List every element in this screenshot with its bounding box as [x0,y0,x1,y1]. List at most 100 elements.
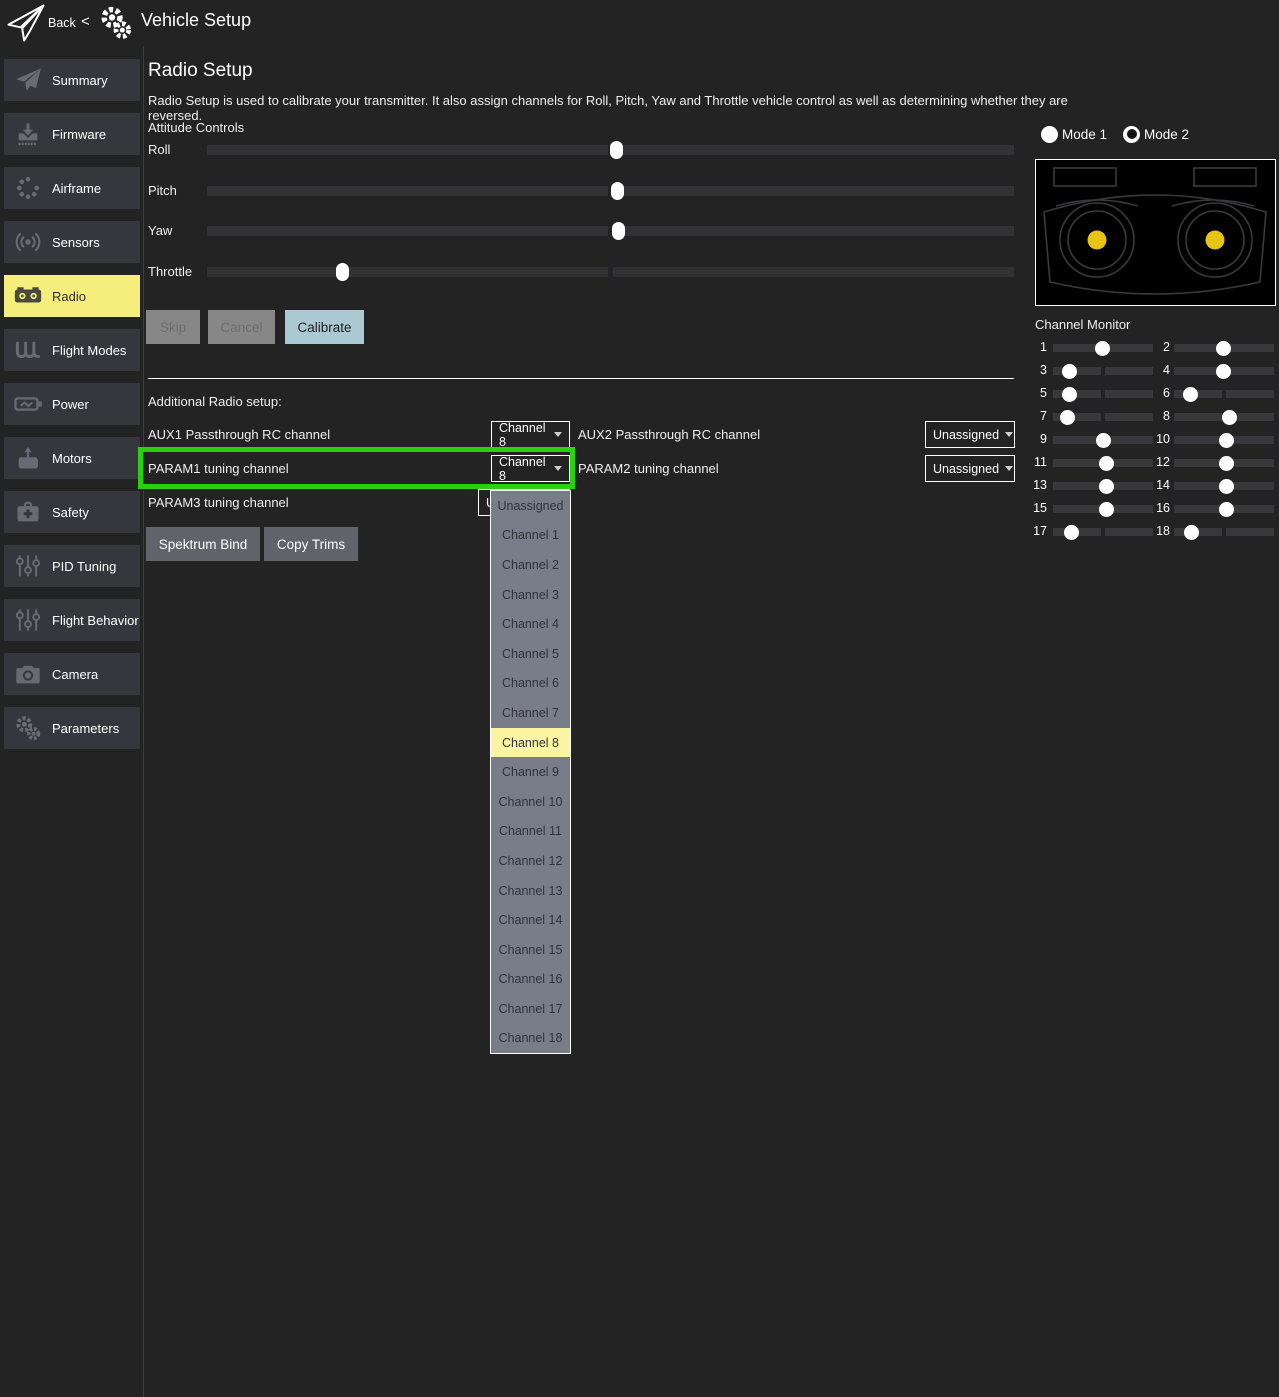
sidebar-item-power[interactable]: Power [4,383,140,425]
channel-11-dot[interactable] [1099,456,1114,471]
dropdown-option-channel-10[interactable]: Channel 10 [491,787,570,817]
channel-monitor-label: Channel Monitor [1035,317,1130,332]
channel-18-number: 18 [1152,524,1170,538]
sidebar-item-parameters[interactable]: Parameters [4,707,140,749]
copy-trims-button[interactable]: Copy Trims [264,527,358,561]
gears-icon [4,713,52,743]
sidebar-item-summary[interactable]: Summary [4,59,140,101]
dropdown-option-channel-2[interactable]: Channel 2 [491,550,570,580]
sidebar-item-firmware[interactable]: Firmware [4,113,140,155]
slider-thumb[interactable] [610,141,623,159]
channel-18-dot[interactable] [1184,525,1199,540]
sidebar-item-camera[interactable]: Camera [4,653,140,695]
channel-8-dot[interactable] [1222,410,1237,425]
channel-9-number: 9 [1029,432,1047,446]
aux1-channel-dropdown[interactable]: Channel 8 [491,421,570,448]
dropdown-option-channel-3[interactable]: Channel 3 [491,580,570,610]
mode-radio-2[interactable]: Mode 2 [1123,125,1189,143]
spektrum-bind-button[interactable]: Spektrum Bind [146,527,260,561]
dropdown-option-channel-14[interactable]: Channel 14 [491,905,570,935]
aux1-label: AUX1 Passthrough RC channel [148,427,330,442]
param3-label: PARAM3 tuning channel [148,495,289,510]
channel-6-track [1174,390,1274,398]
channel-7-number: 7 [1029,409,1047,423]
dropdown-option-channel-4[interactable]: Channel 4 [491,609,570,639]
track-left [1053,367,1101,375]
aux2-channel-dropdown[interactable]: Unassigned [925,421,1015,448]
channel-3-dot[interactable] [1062,364,1077,379]
dropdown-option-channel-11[interactable]: Channel 11 [491,817,570,847]
channel-14-number: 14 [1152,478,1170,492]
channel-3-track [1053,367,1153,375]
calibrate-button[interactable]: Calibrate [285,310,364,344]
channel-4-dot[interactable] [1216,364,1231,379]
channel-6-dot[interactable] [1183,387,1198,402]
slider-label: Yaw [148,223,172,238]
left-stick-dot [1088,231,1107,250]
mode-label: Mode 1 [1062,127,1107,142]
dropdown-option-channel-5[interactable]: Channel 5 [491,639,570,669]
slider-thumb[interactable] [611,182,624,200]
sidebar-item-motors[interactable]: Motors [4,437,140,479]
channel-14-dot[interactable] [1219,479,1234,494]
dropdown-option-channel-6[interactable]: Channel 6 [491,669,570,699]
slider-thumb[interactable] [612,222,625,240]
channel-16-number: 16 [1152,501,1170,515]
radio-unchecked-icon [1041,126,1058,143]
dropdown-option-channel-13[interactable]: Channel 13 [491,876,570,906]
track-left [1174,344,1222,352]
sidebar-item-safety[interactable]: Safety [4,491,140,533]
dropdown-option-channel-8[interactable]: Channel 8 [491,728,570,758]
channel-17-dot[interactable] [1064,525,1079,540]
sidebar-item-flight-modes[interactable]: Flight Modes [4,329,140,371]
slider-track-right [613,145,1014,155]
dropdown-option-channel-9[interactable]: Channel 9 [491,757,570,787]
channel-8-number: 8 [1152,409,1170,423]
channel-9-dot[interactable] [1096,433,1111,448]
sidebar-item-sensors[interactable]: Sensors [4,221,140,263]
chevron-down-icon [1005,432,1013,437]
sidebar-item-label: Power [52,397,89,412]
channel-13-dot[interactable] [1099,479,1114,494]
mode-radio-1[interactable]: Mode 1 [1041,125,1107,143]
chevron-down-icon [554,466,562,471]
channel-12-dot[interactable] [1219,456,1234,471]
dropdown-option-channel-18[interactable]: Channel 18 [491,1024,570,1054]
channel-1-number: 1 [1029,340,1047,354]
channel-5-number: 5 [1029,386,1047,400]
sidebar-item-pid-tuning[interactable]: PID Tuning [4,545,140,587]
param1-channel-dropdown[interactable]: Channel 8 [491,455,570,482]
param2-channel-dropdown[interactable]: Unassigned [925,455,1015,482]
section-title: Radio Setup [148,60,253,82]
dropdown-option-channel-1[interactable]: Channel 1 [491,521,570,551]
channel-1-dot[interactable] [1095,341,1110,356]
channel-2-dot[interactable] [1216,341,1231,356]
dropdown-option-channel-16[interactable]: Channel 16 [491,965,570,995]
mode-label: Mode 2 [1144,127,1189,142]
channel-10-dot[interactable] [1219,433,1234,448]
channel-16-dot[interactable] [1219,502,1234,517]
dropdown-option-channel-17[interactable]: Channel 17 [491,994,570,1024]
dropdown-value: Channel 8 [499,455,548,483]
track-right [1226,390,1274,398]
sidebar-item-radio[interactable]: Radio [4,275,140,317]
slider-track [207,145,1014,155]
track-left [1174,413,1222,421]
sidebar-item-flight-behavior[interactable]: Flight Behavior [4,599,140,641]
channel-5-dot[interactable] [1062,387,1077,402]
dropdown-option-unassigned[interactable]: Unassigned [491,491,570,521]
dropdown-option-channel-15[interactable]: Channel 15 [491,935,570,965]
channel-7-dot[interactable] [1060,410,1075,425]
channel-16-track [1174,505,1274,513]
back-button[interactable]: Back [48,16,76,30]
channel-14-track [1174,482,1274,490]
dropdown-option-channel-12[interactable]: Channel 12 [491,846,570,876]
page-title: Vehicle Setup [141,10,251,31]
attitude-controls-label: Attitude Controls [148,120,244,135]
dropdown-option-channel-7[interactable]: Channel 7 [491,698,570,728]
channel-15-dot[interactable] [1099,502,1114,517]
app-logo-paper-plane-icon [6,3,46,43]
track-left [1174,459,1222,467]
sidebar-item-airframe[interactable]: Airframe [4,167,140,209]
slider-thumb[interactable] [336,263,349,281]
